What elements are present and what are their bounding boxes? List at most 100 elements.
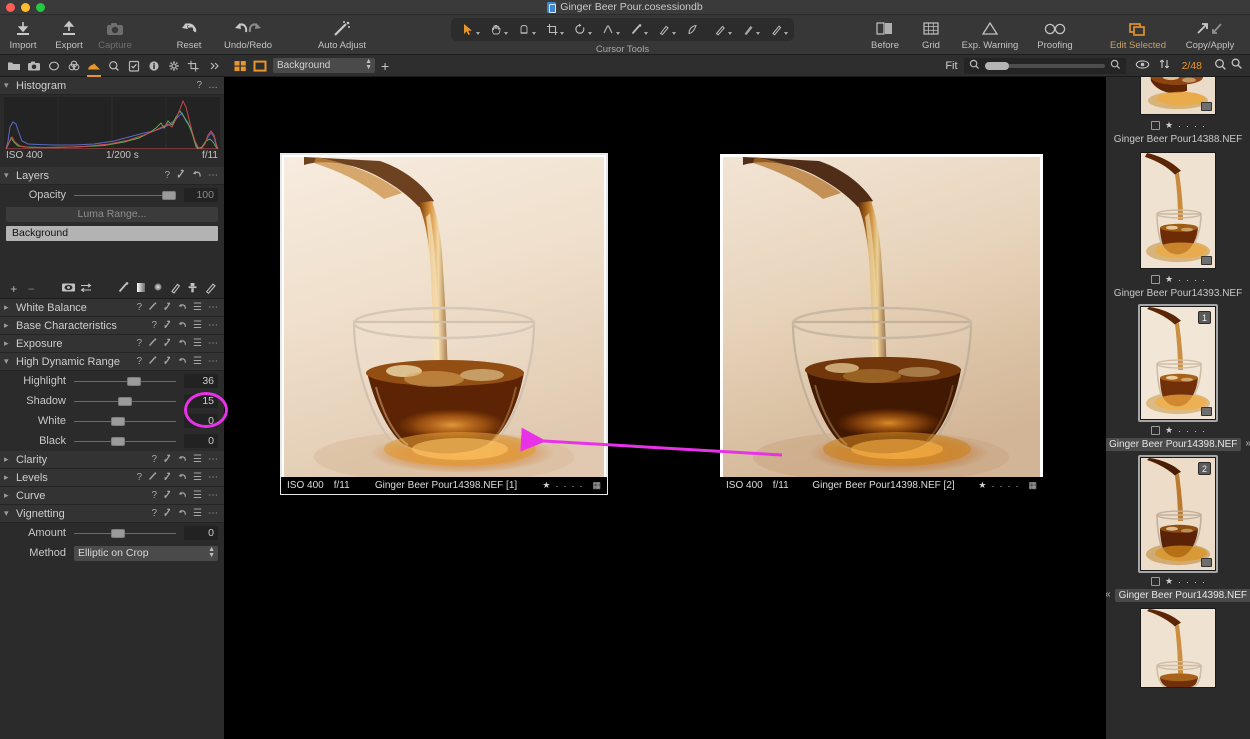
chevron-right-icon[interactable]: » bbox=[1245, 438, 1250, 449]
eraser-tool[interactable] bbox=[679, 19, 706, 40]
method-dropdown[interactable]: Elliptic on Crop ▲ ▼ bbox=[74, 545, 218, 561]
help-icon[interactable]: ? bbox=[136, 472, 142, 483]
keystone-tool[interactable] bbox=[595, 19, 622, 40]
help-icon[interactable]: ? bbox=[136, 338, 142, 349]
star-empty-icon[interactable]: · bbox=[999, 481, 1002, 491]
thumbnail-image-0[interactable] bbox=[1140, 77, 1216, 115]
preset-menu-icon[interactable]: ☰ bbox=[193, 472, 202, 483]
star-empty-icon[interactable]: · bbox=[571, 481, 574, 491]
thumbnail-image-2[interactable]: 1 bbox=[1140, 306, 1216, 420]
help-icon[interactable]: ? bbox=[196, 80, 202, 91]
clone-stamp-icon[interactable] bbox=[185, 281, 200, 297]
more-options-icon[interactable]: ⋯ bbox=[208, 356, 218, 367]
import-button[interactable]: Import bbox=[0, 15, 46, 55]
thumb-box-3[interactable]: 2 bbox=[1138, 455, 1218, 573]
draw-mask-tool[interactable] bbox=[707, 19, 734, 40]
preset-menu-icon[interactable]: ☰ bbox=[193, 338, 202, 349]
chevron-right-icon[interactable]: ▸ bbox=[4, 302, 16, 313]
star-filled-icon[interactable]: ★ bbox=[1165, 576, 1173, 587]
action-arrow-icon[interactable] bbox=[176, 169, 186, 182]
export-button[interactable]: Export bbox=[46, 15, 92, 55]
help-icon[interactable]: ? bbox=[151, 320, 157, 331]
thumb-2-rating[interactable]: ★ · · · · bbox=[1165, 425, 1205, 436]
more-options-icon[interactable]: ⋯ bbox=[208, 170, 218, 181]
star-empty-icon[interactable]: · bbox=[1186, 577, 1189, 587]
star-empty-icon[interactable]: · bbox=[563, 481, 566, 491]
highlight-value[interactable]: 36 bbox=[184, 374, 218, 388]
browser-thumb-0[interactable]: ★ · · · · Ginger Beer Pour14388.NEF bbox=[1106, 77, 1250, 146]
multi-view-icon[interactable] bbox=[233, 59, 247, 73]
star-empty-icon[interactable]: · bbox=[1202, 426, 1205, 436]
auto-adjust-button[interactable]: Auto Adjust bbox=[306, 15, 378, 55]
exposure-warning-button[interactable]: Exp. Warning bbox=[954, 15, 1026, 55]
thumb-box-0[interactable] bbox=[1138, 77, 1218, 117]
opacity-slider-knob[interactable] bbox=[162, 190, 176, 200]
thumb-3-name[interactable]: Ginger Beer Pour14398.NEF bbox=[1114, 589, 1250, 602]
rotate-tool[interactable] bbox=[567, 19, 594, 40]
more-options-icon[interactable]: ⋯ bbox=[208, 320, 218, 331]
reset-arrow-icon[interactable] bbox=[178, 472, 187, 484]
sidebar-tab-more[interactable] bbox=[204, 55, 224, 77]
thumb-box-2[interactable]: 1 bbox=[1138, 304, 1218, 422]
shadow-slider-knob[interactable] bbox=[117, 396, 132, 406]
crop-tool[interactable] bbox=[539, 19, 566, 40]
star-empty-icon[interactable]: · bbox=[555, 481, 558, 491]
proofing-button[interactable]: Proofing bbox=[1026, 15, 1084, 55]
chevron-down-icon[interactable]: ▾ bbox=[4, 508, 16, 519]
reset-arrow-icon[interactable] bbox=[178, 454, 187, 466]
edit-selected-button[interactable]: Edit Selected bbox=[1102, 15, 1174, 55]
browser-thumb-1[interactable]: ★ · · · · Ginger Beer Pour14393.NEF bbox=[1106, 146, 1250, 300]
spot-removal-tool[interactable] bbox=[623, 19, 650, 40]
heal-brush-tool[interactable] bbox=[651, 19, 678, 40]
star-empty-icon[interactable]: · bbox=[1178, 426, 1181, 436]
chevron-right-icon[interactable]: ▸ bbox=[4, 454, 16, 465]
amount-slider[interactable] bbox=[74, 528, 176, 538]
action-arrow-icon[interactable] bbox=[163, 490, 172, 502]
panel-exposure[interactable]: ▸ Exposure ? ☰ ⋯ bbox=[0, 335, 224, 353]
action-arrow-icon[interactable] bbox=[163, 338, 172, 350]
thumbnail-image-3[interactable]: 2 bbox=[1140, 457, 1216, 571]
star-empty-icon[interactable]: · bbox=[1186, 275, 1189, 285]
star-empty-icon[interactable]: · bbox=[1186, 426, 1189, 436]
panel-vignetting[interactable]: ▾ Vignetting ? ☰ ⋯ bbox=[0, 505, 224, 523]
chevron-right-icon[interactable]: ▸ bbox=[4, 320, 16, 331]
heal-brush-icon[interactable] bbox=[203, 281, 218, 297]
eraser-icon[interactable] bbox=[168, 281, 183, 297]
action-arrow-icon[interactable] bbox=[163, 508, 172, 520]
thumb-2-checkbox[interactable] bbox=[1150, 426, 1160, 435]
sort-order-icon[interactable] bbox=[1158, 58, 1171, 73]
star-empty-icon[interactable]: · bbox=[991, 481, 994, 491]
amount-slider-knob[interactable] bbox=[110, 528, 125, 538]
image-viewer[interactable]: ISO 400 f/11 Ginger Beer Pour14398.NEF [… bbox=[225, 77, 1105, 739]
star-empty-icon[interactable]: · bbox=[1202, 275, 1205, 285]
viewer-image-2[interactable]: ISO 400 f/11 Ginger Beer Pour14398.NEF [… bbox=[720, 154, 1043, 494]
preset-menu-icon[interactable]: ☰ bbox=[193, 454, 202, 465]
star-empty-icon[interactable]: · bbox=[1178, 577, 1181, 587]
reset-arrow-icon[interactable] bbox=[178, 508, 187, 520]
star-empty-icon[interactable]: · bbox=[1178, 275, 1181, 285]
browser-thumb-3[interactable]: 2 ★ · · · · « Ginger Beer Pour14398.NEF bbox=[1106, 451, 1250, 602]
copy-apply-button[interactable]: Copy/Apply bbox=[1174, 15, 1246, 55]
black-slider-knob[interactable] bbox=[110, 436, 125, 446]
shadow-slider[interactable] bbox=[74, 396, 176, 406]
thumb-3-checkbox[interactable] bbox=[1150, 577, 1160, 586]
more-options-icon[interactable]: … bbox=[208, 80, 218, 91]
zoom-in-icon[interactable] bbox=[1110, 59, 1121, 73]
opacity-slider[interactable] bbox=[74, 190, 176, 200]
help-icon[interactable]: ? bbox=[151, 454, 157, 465]
reset-arrow-icon[interactable] bbox=[178, 302, 187, 314]
search-icon[interactable] bbox=[1214, 58, 1227, 74]
action-arrow-icon[interactable] bbox=[163, 356, 172, 368]
opacity-value[interactable]: 100 bbox=[184, 188, 218, 202]
sidebar-tab-adjustments[interactable] bbox=[124, 55, 144, 77]
white-slider-knob[interactable] bbox=[110, 416, 125, 426]
thumb-1-name[interactable]: Ginger Beer Pour14393.NEF bbox=[1110, 287, 1246, 300]
panel-high-dynamic-range[interactable]: ▾ High Dynamic Range ? ☰ ⋯ bbox=[0, 353, 224, 371]
panel-white-balance[interactable]: ▸ White Balance ? ☰ ⋯ bbox=[0, 299, 224, 317]
thumb-1-rating[interactable]: ★ · · · · bbox=[1165, 274, 1205, 285]
pan-hand-tool[interactable] bbox=[483, 19, 510, 40]
panel-clarity[interactable]: ▸ Clarity ? ☰ ⋯ bbox=[0, 451, 224, 469]
preset-menu-icon[interactable]: ☰ bbox=[193, 320, 202, 331]
help-icon[interactable]: ? bbox=[136, 302, 142, 313]
star-empty-icon[interactable]: · bbox=[1007, 481, 1010, 491]
